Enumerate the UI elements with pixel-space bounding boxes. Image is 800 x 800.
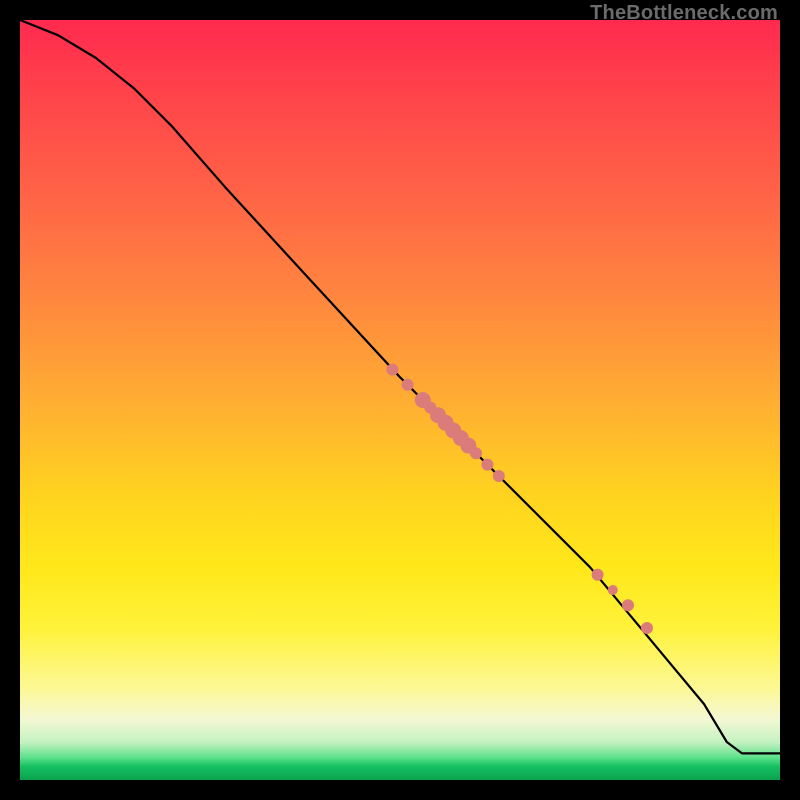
curve-path	[20, 20, 780, 753]
data-point	[386, 364, 398, 376]
data-point	[402, 379, 414, 391]
data-point	[481, 459, 493, 471]
data-point	[470, 447, 482, 459]
dots-group	[386, 364, 653, 634]
data-point	[592, 569, 604, 581]
data-point	[622, 599, 634, 611]
data-point	[493, 470, 505, 482]
data-point	[641, 622, 653, 634]
chart-overlay	[20, 20, 780, 780]
data-point	[608, 585, 618, 595]
plot-area	[20, 20, 780, 780]
chart-frame: TheBottleneck.com	[0, 0, 800, 800]
